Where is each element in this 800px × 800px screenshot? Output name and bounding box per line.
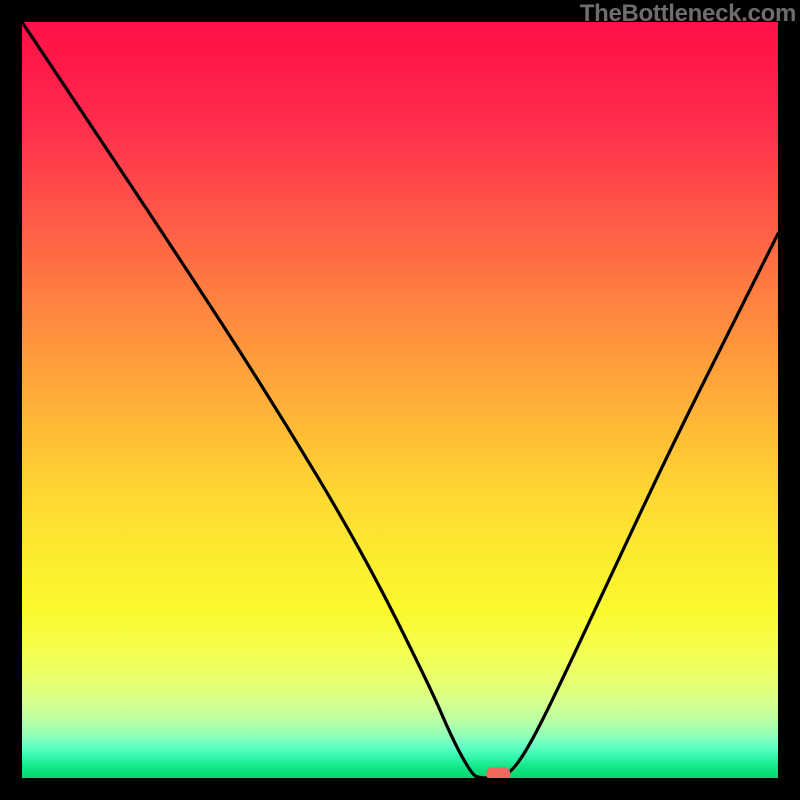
curve-layer [22,22,778,778]
bottleneck-curve [22,22,778,778]
chart-frame: TheBottleneck.com [0,0,800,800]
optimal-marker [486,767,510,778]
plot-area [22,22,778,778]
watermark-text: TheBottleneck.com [580,0,796,28]
